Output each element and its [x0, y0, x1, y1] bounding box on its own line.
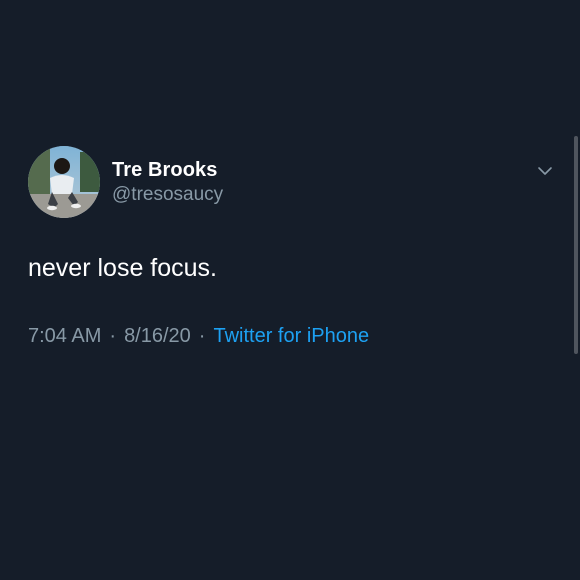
tweet-menu-button[interactable] — [536, 162, 554, 180]
scrollbar[interactable] — [574, 136, 578, 354]
tweet-meta: 7:04 AM · 8/16/20 · Twitter for iPhone — [28, 324, 369, 348]
tweet-card: Tre Brooks @tresosaucy never lose focus.… — [28, 146, 552, 366]
meta-separator: · — [198, 325, 206, 347]
avatar[interactable] — [28, 146, 100, 218]
chevron-down-icon — [538, 167, 552, 175]
author-display-name[interactable]: Tre Brooks — [112, 158, 217, 182]
tweet-source-link[interactable]: Twitter for iPhone — [213, 325, 369, 347]
tweet-text: never lose focus. — [28, 254, 217, 282]
avatar-image — [28, 146, 100, 218]
meta-separator: · — [109, 325, 117, 347]
author-handle[interactable]: @tresosaucy — [112, 184, 223, 206]
tweet-time: 7:04 AM — [28, 325, 102, 347]
tweet-date: 8/16/20 — [124, 325, 191, 347]
